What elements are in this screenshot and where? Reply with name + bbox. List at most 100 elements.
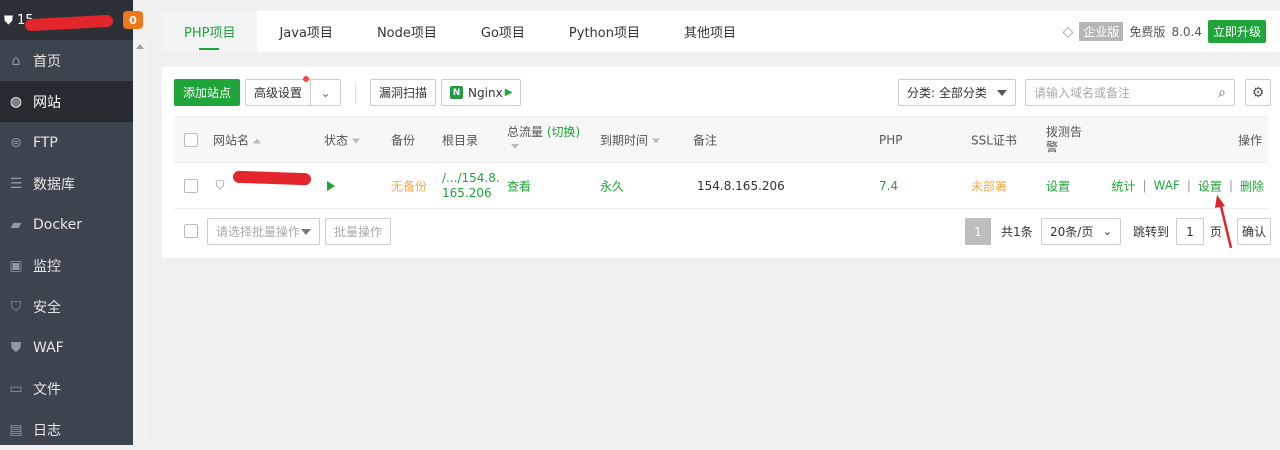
tab-go[interactable]: Go项目 [459,11,547,52]
row-checkbox[interactable] [184,178,198,193]
scroll-up-icon[interactable] [136,44,144,49]
sidebar-item-label: Docker [33,216,83,233]
category-label: 分类: 全部分类 [907,86,987,100]
scrollbar[interactable] [133,40,148,445]
docker-icon: ▰ [10,216,22,233]
col-site[interactable]: 网站名 [213,131,262,148]
sidebar-item-logs[interactable]: ▤ 日志 [0,409,133,450]
project-tabs: PHP项目 Java项目 Node项目 Go项目 Python项目 其他项目 ◇… [162,11,1280,52]
jump-label: 跳转到 [1133,225,1170,239]
vuln-scan-button[interactable]: 漏洞扫描 [370,79,437,106]
col-traffic[interactable]: 总流量 (切换) [507,125,580,153]
page-unit-label: 页 [1210,225,1223,239]
nginx-label: Nginx [468,85,503,100]
table-row: ⛉ 无备份 /.../154.8. 165.206 查看 永久 154.8.165… [174,163,1268,209]
site-name-cell[interactable]: ⛉ [213,170,313,194]
sidebar-item-label: FTP [33,134,58,151]
free-label: 免费版 [1129,25,1166,39]
tab-java[interactable]: Java项目 [257,11,354,52]
chevron-down-icon [997,89,1007,96]
col-probe: 拨测告警 [1046,125,1083,154]
col-ssl: SSL证书 [971,133,1017,147]
enterprise-badge[interactable]: 企业版 [1079,22,1124,41]
sidebar-item-label: 日志 [33,422,61,439]
tab-other[interactable]: 其他项目 [662,11,758,52]
root-dir-link[interactable]: /.../154.8. 165.206 [442,171,500,201]
sidebar-item-security[interactable]: ⛉ 安全 [0,286,133,327]
divider [355,82,357,103]
notification-badge[interactable]: 0 [123,11,143,29]
advanced-settings-button[interactable]: 高级设置 [245,79,312,106]
sidebar-item-home[interactable]: ⌂ 首页 [0,40,133,81]
sidebar-item-label: 监控 [33,258,61,275]
traffic-view-link[interactable]: 查看 [507,177,531,194]
page-number[interactable]: 1 [965,218,991,245]
redacted-site-name [232,170,312,185]
per-page-select[interactable]: 20条/页 ⌄ [1041,218,1121,245]
sidebar-item-files[interactable]: ▭ 文件 [0,368,133,409]
col-expire[interactable]: 到期时间 [600,131,661,148]
sidebar-item-label: 文件 [33,381,61,398]
upgrade-button[interactable]: 立即升级 [1207,20,1266,43]
search-input[interactable]: 请输入域名或备注 ⌕ [1025,79,1235,106]
search-icon[interactable]: ⌕ [1218,85,1226,101]
tab-php[interactable]: PHP项目 [162,11,258,52]
running-status-icon[interactable] [327,180,335,191]
sidebar-item-label: WAF [33,339,64,356]
shield-icon: ⛉ [10,298,22,315]
monitor-icon: ▣ [9,257,23,274]
tab-python[interactable]: Python项目 [547,11,662,52]
server-header[interactable]: ⛊ 15... [0,0,133,40]
col-backup: 备份 [391,133,416,147]
table-footer: 请选择批量操作 批量操作 1 共1条 20条/页 ⌄ 跳转到 1 页 确认 [174,218,1271,245]
gear-icon[interactable]: ⚙ [1245,79,1271,106]
row-actions: 统计 | WAF | 设置 | 删除 [1111,177,1264,194]
confirm-button[interactable]: 确认 [1237,218,1271,245]
waf-link[interactable]: WAF [1154,179,1180,193]
chevron-down-icon: ⌄ [1102,225,1112,238]
folder-icon: ▭ [9,380,23,397]
sidebar-item-ftp[interactable]: ⊜ FTP [0,122,133,163]
sidebar-item-database[interactable]: ☰ 数据库 [0,163,133,204]
category-select[interactable]: 分类: 全部分类 [898,79,1016,106]
home-icon: ⌂ [11,52,21,69]
add-site-button[interactable]: 添加站点 [174,79,241,106]
chevron-down-icon[interactable]: ⌄ [311,79,342,106]
expire-link[interactable]: 永久 [600,177,624,194]
footer-checkbox[interactable] [184,224,198,238]
nginx-icon: N [450,86,464,99]
ssl-link[interactable]: 未部署 [971,177,1007,194]
waf-shield-icon: ⛉ [215,178,225,192]
jump-input[interactable]: 1 [1176,218,1204,245]
version-label: 8.0.4 [1171,24,1202,39]
php-version-link[interactable]: 7.4 [879,179,898,193]
sidebar-item-monitor[interactable]: ▣ 监控 [0,245,133,286]
nginx-button[interactable]: N Nginx ▶ [441,79,522,106]
ftp-icon: ⊜ [10,134,22,151]
sidebar: ⛊ 15... 0 ⌂ 首页 ◍ 网站 ⊜ FTP ☰ 数据库 ▰ Docker ▣ 监控 … [0,0,143,445]
remark-field[interactable]: 154.8.165.206 [697,179,785,193]
settings-link[interactable]: 设置 [1198,177,1222,194]
search-placeholder: 请输入域名或备注 [1034,86,1131,100]
delete-link[interactable]: 删除 [1240,177,1264,194]
backup-link[interactable]: 无备份 [391,177,427,194]
notice-dot [303,76,310,82]
sidebar-item-waf[interactable]: ⛊ WAF [0,327,133,368]
chevron-down-icon [301,228,311,235]
select-all-checkbox[interactable] [184,132,198,147]
site-panel: 添加站点 高级设置 ⌄ 漏洞扫描 N Nginx ▶ 分类: 全部分类 请输入域… [162,67,1280,258]
stats-link[interactable]: 统计 [1111,177,1135,194]
batch-action-button[interactable]: 批量操作 [325,218,392,245]
traffic-switch-link[interactable]: (切换) [547,125,580,139]
sidebar-item-website[interactable]: ◍ 网站 [0,81,133,122]
database-icon: ☰ [9,175,23,192]
col-php: PHP [879,132,903,147]
col-ops: 操作 [1237,133,1262,147]
site-table: 网站名 状态 备份 根目录 总流量 (切换) 到期时间 备注 PHP SSL证书… [174,116,1268,209]
batch-select[interactable]: 请选择批量操作 [207,218,320,245]
tab-node[interactable]: Node项目 [355,11,459,52]
col-status[interactable]: 状态 [324,131,361,148]
total-count: 共1条 [1001,225,1033,239]
sidebar-item-docker[interactable]: ▰ Docker [0,204,133,245]
probe-settings-link[interactable]: 设置 [1046,177,1070,194]
